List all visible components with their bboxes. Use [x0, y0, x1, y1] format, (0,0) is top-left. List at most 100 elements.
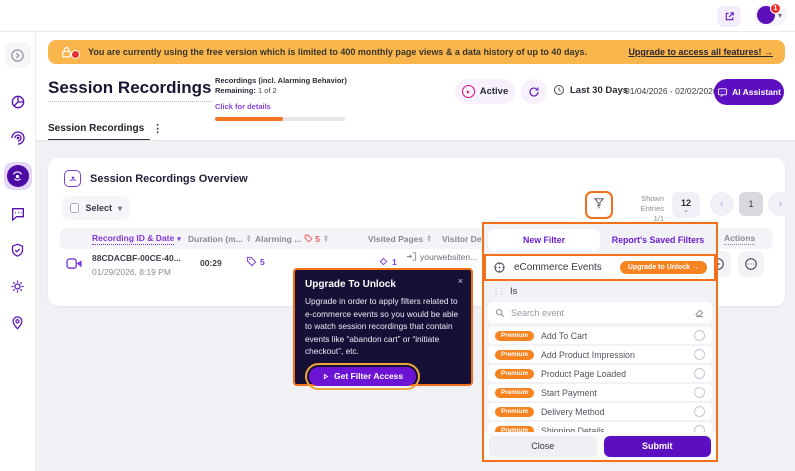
chat-icon: [717, 87, 728, 98]
tag-icon: [246, 256, 257, 267]
recording-date: 01/29/2026, 8:19 PM: [92, 267, 171, 277]
radio-button[interactable]: [694, 387, 705, 398]
event-label: Start Payment: [541, 388, 687, 398]
video-camera-icon: [66, 257, 83, 270]
sort-icon: ▲▼: [323, 235, 329, 243]
ai-assistant-label: AI Assistant: [732, 87, 781, 97]
external-link-icon[interactable]: [717, 6, 741, 27]
search-icon: [495, 308, 505, 318]
dashboard-pie-icon[interactable]: [6, 90, 30, 114]
alarming-count-badge: 5: [304, 234, 320, 244]
alarming-value: 5: [246, 256, 265, 267]
eraser-icon[interactable]: [694, 307, 705, 318]
clock-icon: [553, 84, 565, 96]
filter-toggle-button[interactable]: ⌃: [585, 191, 613, 219]
period-selector[interactable]: Last 30 Days: [553, 84, 628, 96]
event-label: Add Product Impression: [541, 350, 687, 360]
recording-id[interactable]: 88CDACBF-00CE-40...: [92, 253, 181, 263]
list-item[interactable]: Premium Add To Cart: [488, 327, 712, 344]
sidebar-item-session-recordings[interactable]: [4, 162, 32, 190]
refresh-button[interactable]: [521, 79, 547, 104]
kebab-menu-icon[interactable]: ⋮: [152, 122, 163, 135]
radio-button[interactable]: [694, 368, 705, 379]
close-button[interactable]: Close: [489, 436, 597, 457]
sort-icon: ▲▼: [426, 235, 432, 243]
tab-new-filter[interactable]: New Filter: [488, 229, 600, 251]
tab-saved-filters[interactable]: Report's Saved Filters: [602, 229, 714, 251]
filter-panel-footer: Close Submit: [484, 432, 716, 460]
active-label: Active: [480, 86, 509, 97]
privacy-shield-icon[interactable]: [6, 238, 30, 262]
col-label: Duration (m...: [188, 234, 243, 244]
page-size-dropdown[interactable]: 12 ⌄: [672, 192, 700, 218]
list-item[interactable]: Premium Delivery Method: [488, 403, 712, 420]
overview-title: Session Recordings Overview: [90, 173, 248, 185]
upgrade-link[interactable]: Upgrade to access all features! →: [628, 47, 773, 57]
location-pin-icon[interactable]: [6, 310, 30, 334]
shown-entries-label: Shown Entries: [618, 194, 664, 214]
close-icon[interactable]: ×: [458, 276, 463, 286]
play-icon: [462, 85, 475, 98]
premium-badge: Premium: [495, 407, 534, 417]
record-dot-icon: [71, 50, 80, 59]
tabbar-divider: [36, 140, 795, 141]
filter-name[interactable]: eCommerce Events: [514, 262, 612, 273]
operator-label[interactable]: Is: [510, 286, 517, 297]
lock-icon: [60, 46, 80, 59]
radio-button[interactable]: [694, 406, 705, 417]
search-input[interactable]: [511, 308, 688, 318]
col-alarming[interactable]: Alarming ... 5 ▲▼: [255, 228, 329, 249]
free-version-banner: You are currently using the free version…: [48, 40, 785, 64]
list-item[interactable]: Premium Product Page Loaded: [488, 365, 712, 382]
tag-icon: [304, 234, 313, 243]
select-dropdown[interactable]: Select ▾: [62, 196, 130, 220]
prev-page-button[interactable]: [710, 192, 734, 216]
operator-row: ⋮⋮ Is: [492, 286, 517, 297]
filter-panel-tabs: New Filter Report's Saved Filters: [486, 226, 714, 253]
avatar: 1: [757, 6, 775, 24]
period-label: Last 30 Days: [570, 85, 628, 96]
select-checkbox[interactable]: [70, 203, 79, 213]
select-label: Select: [85, 203, 112, 213]
settings-gear-icon[interactable]: [6, 274, 30, 298]
session-recordings-icon: [7, 165, 29, 187]
col-duration[interactable]: Duration (m... ▲▼: [188, 228, 252, 249]
sort-icon: ▲▼: [246, 235, 252, 243]
chevron-up-icon: ⌃: [596, 208, 602, 213]
drag-handle-icon[interactable]: ⋮⋮: [492, 287, 504, 296]
ai-assistant-button[interactable]: AI Assistant: [714, 79, 784, 105]
filter-panel: New Filter Report's Saved Filters eComme…: [482, 222, 718, 462]
premium-badge: Premium: [495, 331, 534, 341]
feedback-chat-icon[interactable]: [6, 202, 30, 226]
premium-badge: Premium: [495, 388, 534, 398]
current-page[interactable]: 1: [739, 192, 763, 216]
entry-page[interactable]: yourwebsiten...: [406, 251, 477, 262]
chevron-down-icon: ▾: [118, 204, 122, 213]
upgrade-to-unlock-pill[interactable]: Upgrade to Unlock →: [620, 261, 707, 274]
date-range-picker[interactable]: 01/04/2026 - 02/02/2026 ▾: [625, 86, 724, 96]
list-item[interactable]: Premium Start Payment: [488, 384, 712, 401]
col-visited-pages[interactable]: Visited Pages ▲▼: [368, 228, 432, 249]
submit-button[interactable]: Submit: [604, 436, 712, 457]
entry-page-icon: [406, 251, 417, 262]
radio-button[interactable]: [694, 330, 705, 341]
duration-value: 00:29: [200, 258, 222, 268]
behavior-spiral-icon[interactable]: [6, 126, 30, 150]
col-label: Alarming ...: [255, 234, 301, 244]
get-filter-access-button[interactable]: Get Filter Access: [309, 367, 416, 386]
upgrade-tooltip: Upgrade To Unlock × Upgrade in order to …: [293, 268, 473, 386]
recordings-overview-icon: [64, 170, 81, 187]
account-menu[interactable]: 1 ▾: [754, 4, 787, 26]
radio-button[interactable]: [694, 349, 705, 360]
premium-badge: Premium: [495, 369, 534, 379]
row-more-button[interactable]: [738, 251, 764, 277]
col-recording-id[interactable]: Recording ID & Date ▾: [92, 228, 181, 249]
tab-session-recordings[interactable]: Session Recordings ⋮: [48, 122, 163, 135]
list-item[interactable]: Premium Add Product Impression: [488, 346, 712, 363]
visited-pages-value: 1: [378, 256, 397, 267]
event-search: [488, 302, 712, 323]
recordings-progress-fill: [215, 117, 283, 121]
collapse-sidebar-icon[interactable]: [5, 42, 31, 68]
next-page-button[interactable]: [768, 192, 792, 216]
active-status-button[interactable]: Active: [455, 79, 515, 104]
